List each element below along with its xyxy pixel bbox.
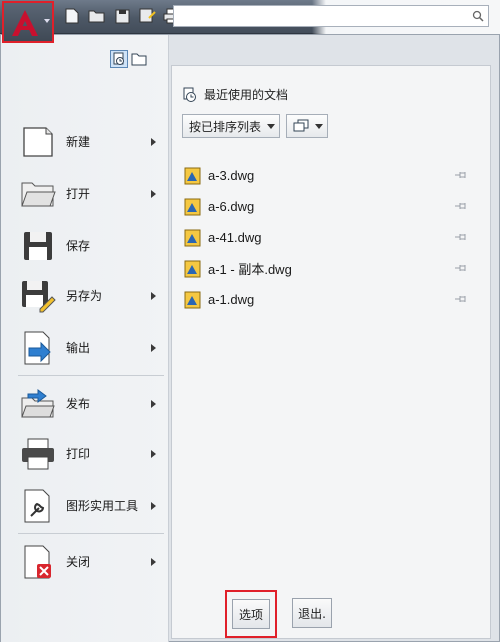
recent-documents-pane: [171, 65, 491, 639]
open-documents-toggle-icon[interactable]: [130, 50, 148, 68]
exit-button-label: 退出.: [298, 606, 326, 621]
close-command-label: 关闭: [66, 555, 91, 569]
exit-button[interactable]: 退出.: [292, 598, 332, 628]
drawing-utilities-command[interactable]: 图形实用工具: [18, 484, 164, 528]
publish-command[interactable]: 发布: [18, 382, 164, 426]
sort-dropdown-caret-icon: [267, 123, 276, 129]
save-as-submenu-arrow-icon: [151, 292, 156, 300]
sort-dropdown-value: 按已排序列表: [189, 119, 262, 134]
sort-dropdown[interactable]: 按已排序列表: [182, 114, 281, 138]
recent-file-item[interactable]: a-3.dwg: [184, 160, 474, 191]
command-divider: [18, 375, 164, 376]
save-as-icon[interactable]: [137, 6, 157, 26]
printer-icon: [18, 434, 58, 474]
pin-icon[interactable]: [454, 262, 468, 274]
open-folder-icon: [18, 174, 58, 214]
export-submenu-arrow-icon: [151, 344, 156, 352]
command-divider: [18, 533, 164, 534]
recent-documents-header: 最近使用的文档: [182, 86, 288, 103]
options-button-highlight: 选项: [225, 590, 277, 638]
new-icon[interactable]: [62, 6, 82, 26]
save-icon[interactable]: [112, 6, 132, 26]
new-document-icon: [18, 122, 58, 162]
recent-documents-toggle-icon[interactable]: [110, 50, 128, 68]
recent-file-name: a-6.dwg: [208, 199, 255, 214]
open-submenu-arrow-icon: [151, 190, 156, 198]
drawing-utilities-icon: [18, 486, 58, 526]
publish-submenu-arrow-icon: [151, 400, 156, 408]
open-command[interactable]: 打开: [18, 172, 164, 216]
publish-command-label: 发布: [66, 397, 91, 411]
open-command-label: 打开: [66, 187, 91, 201]
recent-list-controls: 按已排序列表: [182, 114, 329, 138]
autocad-logo-icon: [12, 10, 38, 36]
new-command[interactable]: 新建: [18, 120, 164, 164]
recent-file-name: a-1.dwg: [208, 292, 255, 307]
icon-view-icon: [293, 119, 309, 132]
search-input[interactable]: [174, 6, 464, 26]
search-box: [173, 5, 489, 27]
recent-file-item[interactable]: a-1 - 副本.dwg: [184, 253, 474, 284]
publish-icon: [18, 384, 58, 424]
close-command[interactable]: 关闭: [18, 540, 164, 584]
drawing-utilities-submenu-arrow-icon: [151, 502, 156, 510]
save-as-command[interactable]: 另存为: [18, 274, 164, 318]
pin-icon[interactable]: [454, 200, 468, 212]
print-submenu-arrow-icon: [151, 450, 156, 458]
close-document-icon: [18, 542, 58, 582]
new-command-label: 新建: [66, 135, 91, 149]
display-mode-dropdown[interactable]: [286, 114, 329, 138]
recent-file-name: a-41.dwg: [208, 230, 262, 245]
recent-file-item[interactable]: a-41.dwg: [184, 222, 474, 253]
recent-clock-icon: [183, 87, 196, 102]
export-icon: [18, 328, 58, 368]
dwg-file-icon: [184, 167, 201, 184]
dwg-file-icon: [184, 229, 201, 246]
options-button-label: 选项: [238, 607, 263, 622]
save-as-command-label: 另存为: [66, 289, 103, 303]
save-as-icon: [18, 276, 58, 316]
print-command-label: 打印: [66, 447, 91, 461]
pin-icon[interactable]: [454, 231, 468, 243]
export-command-label: 输出: [66, 341, 91, 355]
recent-file-list: a-3.dwg a-6.dwg a-41.dwg a-1 - 副本.dwg a-…: [184, 160, 474, 315]
print-command[interactable]: 打印: [18, 432, 164, 476]
save-command-label: 保存: [66, 239, 91, 253]
app-menu-caret-icon: [44, 19, 50, 23]
open-icon[interactable]: [87, 6, 107, 26]
recent-file-item[interactable]: a-1.dwg: [184, 284, 474, 315]
save-command[interactable]: 保存: [18, 224, 164, 268]
close-submenu-arrow-icon: [151, 558, 156, 566]
application-menu-button[interactable]: [2, 1, 54, 43]
options-button[interactable]: 选项: [232, 599, 270, 629]
display-mode-caret-icon: [315, 123, 324, 129]
recent-documents-title: 最近使用的文档: [204, 88, 289, 102]
recent-file-item[interactable]: a-6.dwg: [184, 191, 474, 222]
pin-icon[interactable]: [454, 169, 468, 181]
dwg-file-icon: [184, 198, 201, 215]
recent-file-name: a-1 - 副本.dwg: [208, 262, 292, 277]
recent-file-name: a-3.dwg: [208, 168, 255, 183]
export-command[interactable]: 输出: [18, 326, 164, 370]
save-disk-icon: [18, 226, 58, 266]
search-icon[interactable]: [472, 10, 484, 22]
view-toggles: [110, 50, 148, 68]
dwg-file-icon: [184, 291, 201, 308]
drawing-utilities-command-label: 图形实用工具: [66, 499, 139, 513]
pin-icon[interactable]: [454, 293, 468, 305]
new-submenu-arrow-icon: [151, 138, 156, 146]
dwg-file-icon: [184, 260, 201, 277]
